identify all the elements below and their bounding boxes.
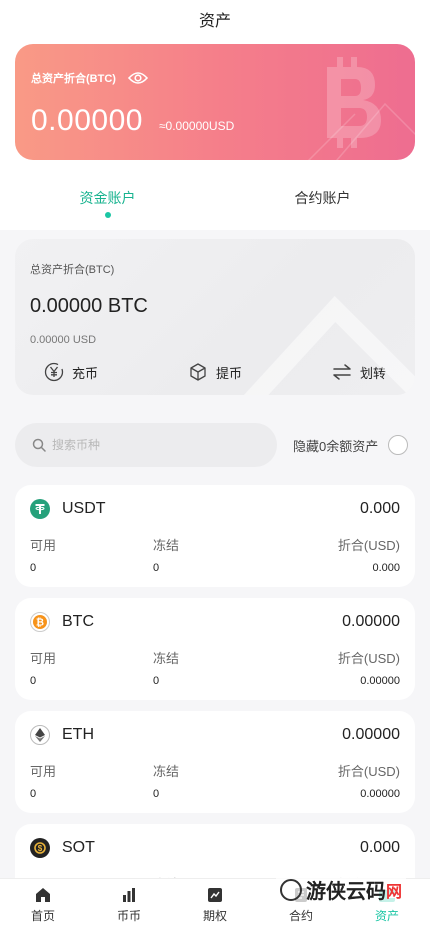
coin-list: USDT 0.000 可用 0 冻结 0 折合(USD) 0.000 ₿ BTC 0.… (15, 485, 415, 926)
bar-chart-icon (123, 888, 135, 902)
total-assets-label: 总资产折合(BTC) (31, 73, 116, 85)
eye-icon[interactable] (127, 71, 148, 85)
hide-zero-radio[interactable] (388, 435, 409, 455)
svg-text:₿: ₿ (36, 617, 44, 629)
coin-name: SOT (62, 839, 95, 856)
total-assets-amount: 0.00000 (31, 104, 143, 137)
yen-icon (44, 362, 64, 382)
tabbar-label: 期权 (202, 909, 227, 923)
coin-total: 0.00000 (342, 726, 400, 743)
page-title: 资产 (198, 13, 231, 30)
total-assets-usd: ≈0.00000USD (158, 119, 235, 133)
coin-name: USDT (62, 500, 106, 517)
frozen-label: 冻结 (153, 764, 180, 779)
tabbar-options[interactable]: 期权 (172, 879, 258, 932)
home-icon (36, 888, 50, 902)
svg-text:$: $ (38, 844, 43, 853)
decorative-background (243, 295, 415, 395)
search-input[interactable] (52, 438, 232, 452)
bitcoin-watermark-icon (327, 57, 381, 148)
coin-name: BTC (62, 613, 94, 630)
ethereum-icon (30, 725, 50, 745)
page-header: 资产 (0, 0, 430, 44)
coin-name: ETH (62, 726, 94, 743)
tabbar-spot[interactable]: 币币 (86, 879, 172, 932)
tabbar-label: 资产 (374, 909, 399, 923)
available-value: 0 (30, 788, 37, 800)
hide-zero-toggle[interactable]: 隐藏0余额资产 (293, 435, 409, 455)
hide-zero-label: 隐藏0余额资产 (293, 438, 379, 454)
frozen-label: 冻结 (153, 538, 180, 553)
tabbar-label: 币币 (116, 909, 141, 923)
main-content: 总资产折合(BTC) 0.00000 BTC 0.00000 USD 充币 提币… (0, 230, 430, 926)
available-label: 可用 (30, 764, 57, 779)
watermark-text: 游侠云码 (305, 881, 386, 903)
watermark-logo-icon (279, 878, 302, 901)
usd-value: 0.000 (372, 562, 400, 574)
bitcoin-icon: ₿ (30, 612, 50, 632)
usd-value-label: 折合(USD) (337, 764, 400, 779)
usd-value-label: 折合(USD) (337, 651, 400, 666)
tab-label: 合约账户 (294, 190, 351, 206)
frozen-label: 冻结 (153, 651, 180, 666)
available-label: 可用 (30, 651, 57, 666)
usd-value-label: 折合(USD) (337, 538, 400, 553)
active-tab-indicator (104, 212, 111, 218)
usd-value: 0.00000 (360, 675, 400, 687)
tabbar-home[interactable]: 首页 (0, 879, 86, 932)
deposit-label: 充币 (72, 365, 99, 381)
available-value: 0 (30, 675, 37, 687)
watermark: 游侠云码 网 (275, 875, 406, 904)
usd-value: 0.00000 (360, 788, 400, 800)
tab-label: 资金账户 (79, 190, 136, 206)
frozen-value: 0 (153, 562, 160, 574)
account-tabs: 资金账户 合约账户 (0, 160, 430, 230)
account-summary-card: 总资产折合(BTC) 0.00000 BTC 0.00000 USD 充币 提币… (15, 239, 415, 395)
tether-icon (30, 499, 50, 519)
search-box[interactable] (15, 423, 277, 467)
filter-row: 隐藏0余额资产 (15, 423, 415, 467)
top-area: 总资产折合(BTC) 0.00000 ≈0.00000USD (0, 44, 430, 160)
deposit-button[interactable]: 充币 (44, 362, 98, 382)
coin-total: 0.00000 (342, 613, 400, 630)
options-icon (208, 888, 222, 902)
frozen-value: 0 (153, 675, 160, 687)
coin-total: 0.000 (359, 500, 400, 517)
search-icon (32, 438, 46, 452)
available-label: 可用 (30, 538, 57, 553)
tabbar-label: 首页 (30, 909, 55, 923)
sot-icon: $ (30, 838, 50, 858)
tabbar-label: 合约 (288, 909, 313, 923)
coin-card-btc[interactable]: ₿ BTC 0.00000 可用 0 冻结 0 折合(USD) 0.00000 (15, 598, 415, 700)
frozen-value: 0 (153, 788, 160, 800)
tab-funding-account[interactable]: 资金账户 (0, 160, 215, 230)
watermark-mark: 网 (385, 883, 402, 901)
tab-contract-account[interactable]: 合约账户 (215, 160, 430, 230)
coin-total: 0.000 (359, 839, 400, 856)
coin-card-eth[interactable]: ETH 0.00000 可用 0 冻结 0 折合(USD) 0.00000 (15, 711, 415, 813)
available-value: 0 (30, 562, 37, 574)
total-assets-card: 总资产折合(BTC) 0.00000 ≈0.00000USD (15, 44, 415, 160)
coin-card-usdt[interactable]: USDT 0.000 可用 0 冻结 0 折合(USD) 0.000 (15, 485, 415, 587)
